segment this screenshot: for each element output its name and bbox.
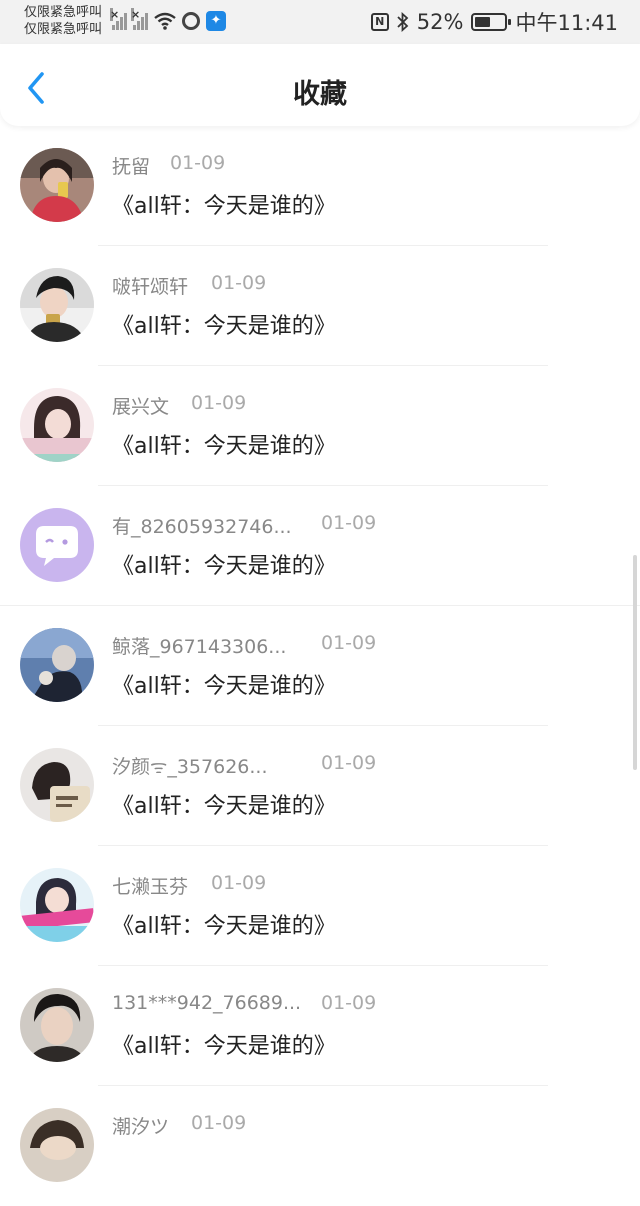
item-title: 《all轩：今天是谁的》 xyxy=(112,194,336,219)
nav-header: 收藏 xyxy=(0,44,640,126)
battery-icon xyxy=(471,13,512,31)
item-title: 《all轩：今天是谁的》 xyxy=(112,1034,336,1059)
item-meta: 汐颜ᯤ_357626... 01-09 xyxy=(112,752,376,779)
author-name: 汐颜ᯤ_357626... xyxy=(112,756,268,778)
item-date: 01-09 xyxy=(170,152,226,174)
item-meta: 潮汐ツ 01-09 xyxy=(112,1112,246,1139)
item-date: 01-09 xyxy=(211,872,267,894)
item-title: 《all轩：今天是谁的》 xyxy=(112,434,336,459)
item-meta: 鲸落_967143306... 01-09 xyxy=(112,632,376,659)
item-date: 01-09 xyxy=(321,992,377,1014)
list-item[interactable]: 汐颜ᯤ_357626... 01-09 《all轩：今天是谁的》 xyxy=(0,726,640,846)
clock-time: 中午11:41 xyxy=(515,11,618,35)
avatar[interactable] xyxy=(20,268,94,342)
item-title: 《all轩：今天是谁的》 xyxy=(112,914,336,939)
item-title: 《all轩：今天是谁的》 xyxy=(112,554,336,579)
item-date: 01-09 xyxy=(321,632,377,654)
nfc-icon: N xyxy=(370,13,389,31)
item-date: 01-09 xyxy=(191,392,247,414)
author-name: 有_82605932746... xyxy=(112,516,292,538)
item-title: 《all轩：今天是谁的》 xyxy=(112,794,336,819)
carrier-line-2: 仅限紧急呼叫 xyxy=(24,22,103,37)
avatar[interactable] xyxy=(20,748,94,822)
bluetooth-icon xyxy=(397,12,409,32)
list-item[interactable]: 有_82605932746... 01-09 《all轩：今天是谁的》 xyxy=(0,486,640,606)
avatar[interactable] xyxy=(20,868,94,942)
wifi-icon xyxy=(154,12,176,30)
author-name: 潮汐ツ xyxy=(112,1116,170,1138)
avatar[interactable] xyxy=(20,628,94,702)
list-item[interactable]: 潮汐ツ 01-09 xyxy=(0,1086,640,1206)
carrier-line-1: 仅限紧急呼叫 xyxy=(24,5,103,20)
avatar[interactable] xyxy=(20,388,94,462)
favorites-list: 抚留 01-09 《all轩：今天是谁的》 啵轩颂轩 01-09 《all轩：今… xyxy=(0,126,640,1206)
author-name: 展兴文 xyxy=(112,396,170,418)
signal-2-icon: × xyxy=(131,8,148,30)
item-date: 01-09 xyxy=(321,752,377,774)
status-bar: 仅限紧急呼叫 仅限紧急呼叫 × × ✦ N 52% 中午11:41 xyxy=(0,0,640,44)
page-title: 收藏 xyxy=(293,79,347,110)
item-title: 《all轩：今天是谁的》 xyxy=(112,674,336,699)
alarm-icon xyxy=(182,12,200,30)
item-meta: 展兴文 01-09 xyxy=(112,392,246,419)
list-item[interactable]: 鲸落_967143306... 01-09 《all轩：今天是谁的》 xyxy=(0,606,640,726)
item-meta: 啵轩颂轩 01-09 xyxy=(112,272,266,299)
author-name: 啵轩颂轩 xyxy=(112,276,189,298)
item-meta: 七濑玉芬 01-09 xyxy=(112,872,266,899)
list-item[interactable]: 131***942_76689... 01-09 《all轩：今天是谁的》 xyxy=(0,966,640,1086)
item-title: 《all轩：今天是谁的》 xyxy=(112,314,336,339)
author-name: 抚留 xyxy=(112,156,151,178)
author-name: 131***942_76689... xyxy=(112,992,302,1014)
item-date: 01-09 xyxy=(191,1112,247,1134)
author-name: 鲸落_967143306... xyxy=(112,636,287,658)
list-item[interactable]: 展兴文 01-09 《all轩：今天是谁的》 xyxy=(0,366,640,486)
battery-percent: 52% xyxy=(416,10,464,34)
carrier-text: 仅限紧急呼叫 仅限紧急呼叫 xyxy=(24,4,102,38)
item-meta: 抚留 01-09 xyxy=(112,152,225,179)
item-meta: 有_82605932746... 01-09 xyxy=(112,512,376,539)
avatar[interactable] xyxy=(20,1108,94,1182)
avatar[interactable] xyxy=(20,148,94,222)
avatar[interactable] xyxy=(20,988,94,1062)
list-item[interactable]: 啵轩颂轩 01-09 《all轩：今天是谁的》 xyxy=(0,246,640,366)
item-date: 01-09 xyxy=(321,512,377,534)
list-item[interactable]: 七濑玉芬 01-09 《all轩：今天是谁的》 xyxy=(0,846,640,966)
battery-level xyxy=(475,17,491,27)
list-item[interactable]: 抚留 01-09 《all轩：今天是谁的》 xyxy=(0,126,640,246)
status-icons-right: N 52% 中午11:41 xyxy=(370,8,618,36)
avatar[interactable] xyxy=(20,508,94,582)
item-meta: 131***942_76689... 01-09 xyxy=(112,992,376,1014)
scrollbar[interactable] xyxy=(633,555,637,770)
lightbulb-icon: ✦ xyxy=(206,11,226,31)
signal-1-icon: × xyxy=(110,8,127,30)
author-name: 七濑玉芬 xyxy=(112,876,189,898)
status-icons-left: × × ✦ xyxy=(110,6,226,36)
item-date: 01-09 xyxy=(211,272,267,294)
